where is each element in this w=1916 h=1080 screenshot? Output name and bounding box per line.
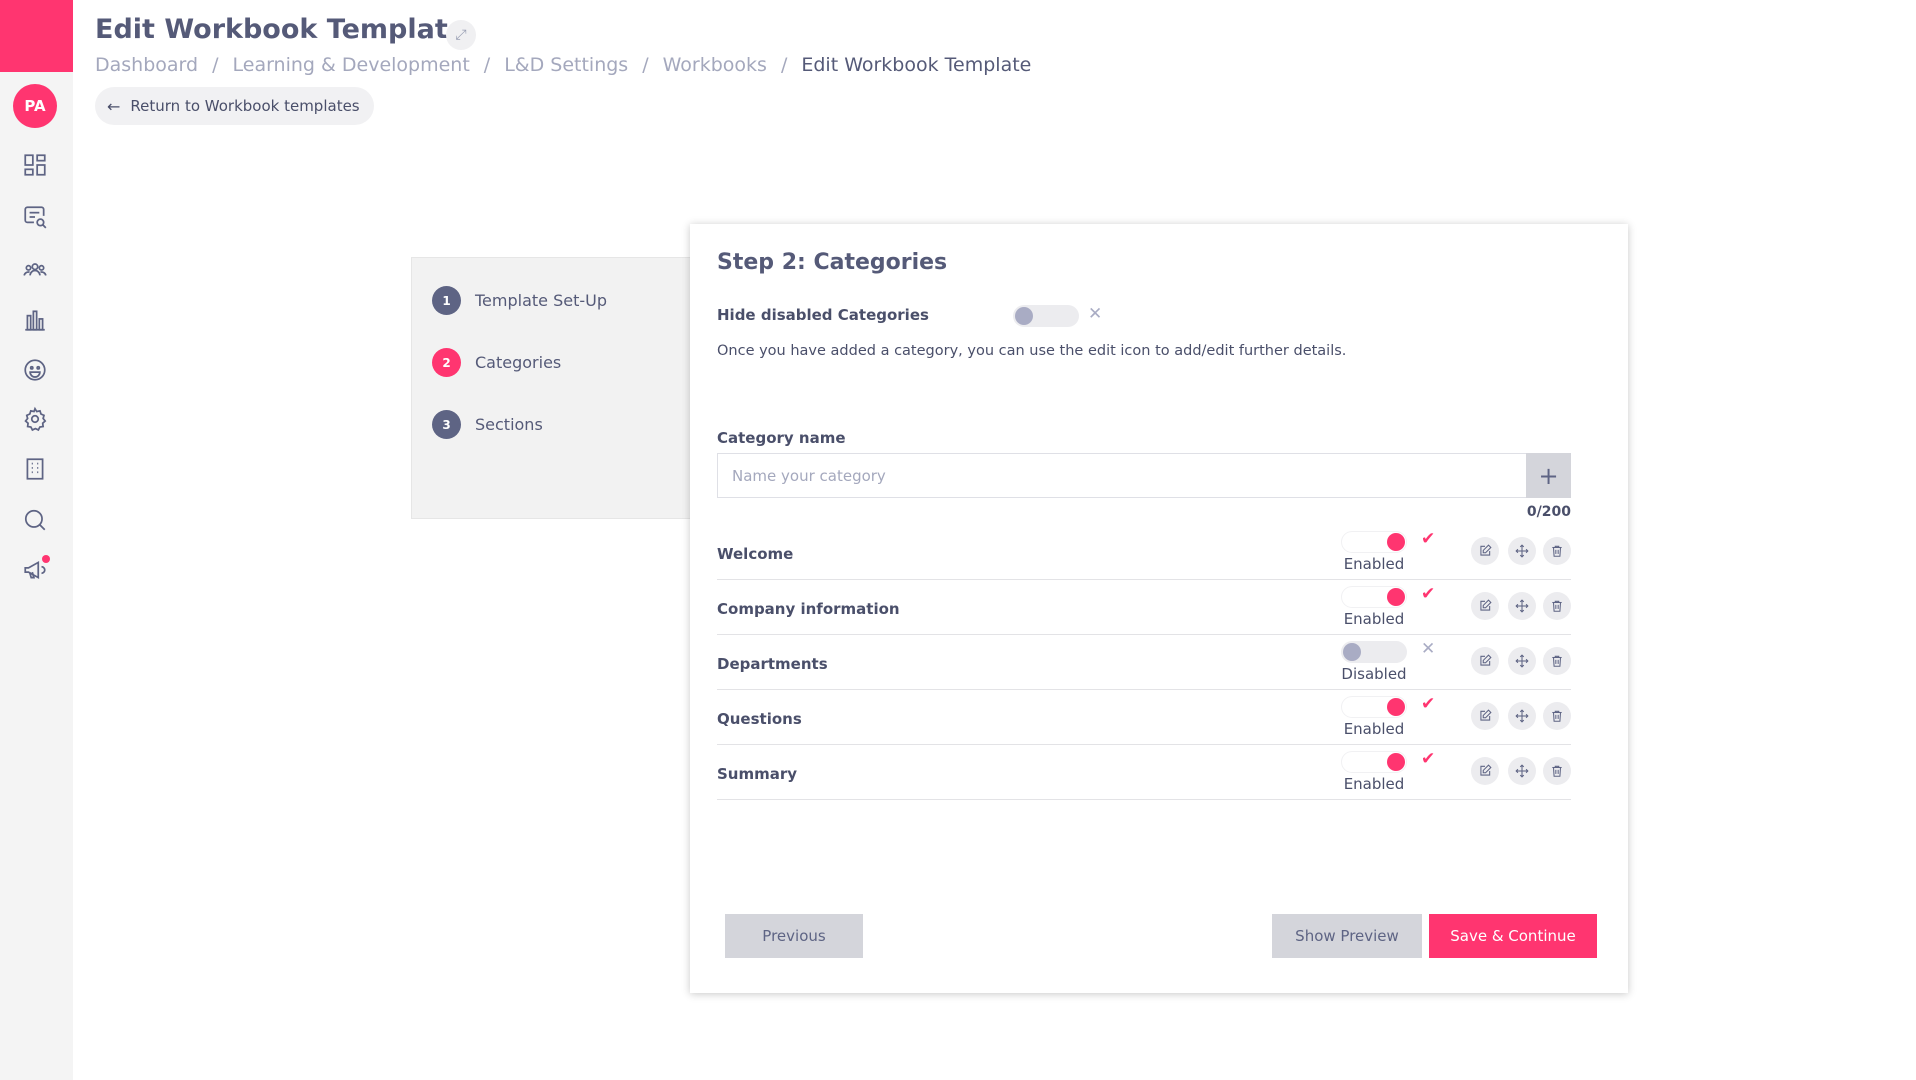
step-number: 1 — [432, 286, 461, 315]
trash-icon[interactable] — [1543, 537, 1571, 565]
category-name: Questions — [717, 710, 802, 728]
breadcrumb: Dashboard / Learning & Development / L&D… — [95, 54, 1031, 76]
gear-icon[interactable] — [20, 404, 50, 434]
edit-icon[interactable] — [1471, 592, 1499, 620]
expand-icon[interactable]: ⤢ — [446, 20, 476, 50]
breadcrumb-separator: / — [212, 54, 219, 76]
breadcrumb-learning-development[interactable]: Learning & Development — [233, 54, 470, 76]
category-row: Welcome ✔ Enabled — [717, 525, 1571, 580]
megaphone-icon[interactable] — [20, 555, 50, 585]
category-status: Enabled — [1343, 775, 1405, 793]
toggle-knob — [1387, 753, 1405, 771]
step-number: 3 — [432, 410, 461, 439]
category-name: Departments — [717, 655, 828, 673]
check-icon: ✔ — [1421, 694, 1436, 714]
category-status: Enabled — [1343, 720, 1405, 738]
category-row: Summary ✔ Enabled — [717, 745, 1571, 800]
category-enabled-toggle[interactable] — [1341, 586, 1407, 608]
toggle-knob — [1387, 588, 1405, 606]
bar-chart-icon[interactable] — [20, 305, 50, 335]
toggle-knob — [1343, 643, 1361, 661]
step-label: Sections — [475, 415, 543, 434]
step-number: 2 — [432, 348, 461, 377]
steps-panel: 1 Template Set-Up 2 Categories 3 Section… — [411, 257, 691, 519]
search-document-icon[interactable] — [20, 202, 50, 232]
card-title: Step 2: Categories — [717, 250, 948, 275]
move-icon[interactable] — [1508, 702, 1536, 730]
category-status: Enabled — [1343, 610, 1405, 628]
return-button[interactable]: ← Return to Workbook templates — [95, 87, 374, 125]
smiley-icon[interactable] — [20, 355, 50, 385]
toggle-knob — [1387, 533, 1405, 551]
trash-icon[interactable] — [1543, 757, 1571, 785]
edit-icon[interactable] — [1471, 647, 1499, 675]
hide-disabled-toggle[interactable] — [1013, 305, 1079, 327]
category-name: Summary — [717, 765, 798, 783]
breadcrumb-separator: / — [642, 54, 649, 76]
search-icon[interactable] — [20, 505, 50, 535]
trash-icon[interactable] — [1543, 592, 1571, 620]
close-icon: ✕ — [1088, 304, 1103, 324]
breadcrumb-ld-settings[interactable]: L&D Settings — [504, 54, 628, 76]
arrow-left-icon: ← — [107, 96, 121, 116]
move-icon[interactable] — [1508, 647, 1536, 675]
check-icon: ✔ — [1421, 529, 1436, 549]
people-icon[interactable] — [20, 255, 50, 285]
brand-logo[interactable] — [0, 0, 73, 72]
move-icon[interactable] — [1508, 592, 1536, 620]
category-name: Company information — [717, 600, 900, 618]
close-icon: ✕ — [1421, 639, 1436, 659]
previous-button[interactable]: Previous — [725, 914, 863, 958]
move-icon[interactable] — [1508, 537, 1536, 565]
show-preview-button[interactable]: Show Preview — [1272, 914, 1422, 958]
toggle-knob — [1387, 698, 1405, 716]
category-enabled-toggle[interactable] — [1341, 696, 1407, 718]
check-icon: ✔ — [1421, 584, 1436, 604]
trash-icon[interactable] — [1543, 702, 1571, 730]
category-enabled-toggle[interactable] — [1341, 641, 1407, 663]
page-title: Edit Workbook Template — [95, 14, 467, 45]
category-status: Enabled — [1343, 555, 1405, 573]
category-name-label: Category name — [717, 429, 846, 447]
category-row: Departments ✕ Disabled — [717, 635, 1571, 690]
categories-card: Step 2: Categories Hide disabled Categor… — [690, 224, 1628, 993]
save-continue-button[interactable]: Save & Continue — [1429, 914, 1597, 958]
breadcrumb-current: Edit Workbook Template — [801, 54, 1032, 76]
breadcrumb-separator: / — [483, 54, 491, 76]
move-icon[interactable] — [1508, 757, 1536, 785]
category-row: Questions ✔ Enabled — [717, 690, 1571, 745]
return-button-label: Return to Workbook templates — [130, 97, 360, 115]
toggle-knob — [1015, 307, 1033, 325]
plus-icon: + — [1538, 461, 1559, 490]
category-enabled-toggle[interactable] — [1341, 751, 1407, 773]
step-sections[interactable]: 3 Sections — [432, 410, 543, 439]
step-categories[interactable]: 2 Categories — [432, 348, 561, 377]
avatar[interactable]: PA — [13, 84, 57, 128]
category-enabled-toggle[interactable] — [1341, 531, 1407, 553]
breadcrumb-workbooks[interactable]: Workbooks — [663, 54, 767, 76]
notification-dot — [42, 555, 50, 563]
info-text: Once you have added a category, you can … — [717, 343, 1347, 359]
edit-icon[interactable] — [1471, 537, 1499, 565]
edit-icon[interactable] — [1471, 702, 1499, 730]
step-label: Categories — [475, 353, 562, 372]
breadcrumb-separator: / — [780, 54, 788, 76]
category-status: Disabled — [1341, 665, 1407, 683]
hide-disabled-label: Hide disabled Categories — [717, 306, 929, 324]
character-counter: 0/200 — [1526, 504, 1571, 520]
edit-icon[interactable] — [1471, 757, 1499, 785]
add-category-button[interactable]: + — [1526, 453, 1571, 498]
breadcrumb-dashboard[interactable]: Dashboard — [95, 54, 198, 76]
step-label: Template Set-Up — [475, 291, 608, 310]
sidebar: PA — [0, 0, 73, 1080]
building-icon[interactable] — [20, 454, 50, 484]
dashboard-icon[interactable] — [20, 150, 50, 180]
category-name-input[interactable] — [717, 453, 1526, 498]
check-icon: ✔ — [1421, 749, 1436, 769]
category-row: Company information ✔ Enabled — [717, 580, 1571, 635]
category-name: Welcome — [717, 545, 794, 563]
trash-icon[interactable] — [1543, 647, 1571, 675]
step-template-setup[interactable]: 1 Template Set-Up — [432, 286, 607, 315]
